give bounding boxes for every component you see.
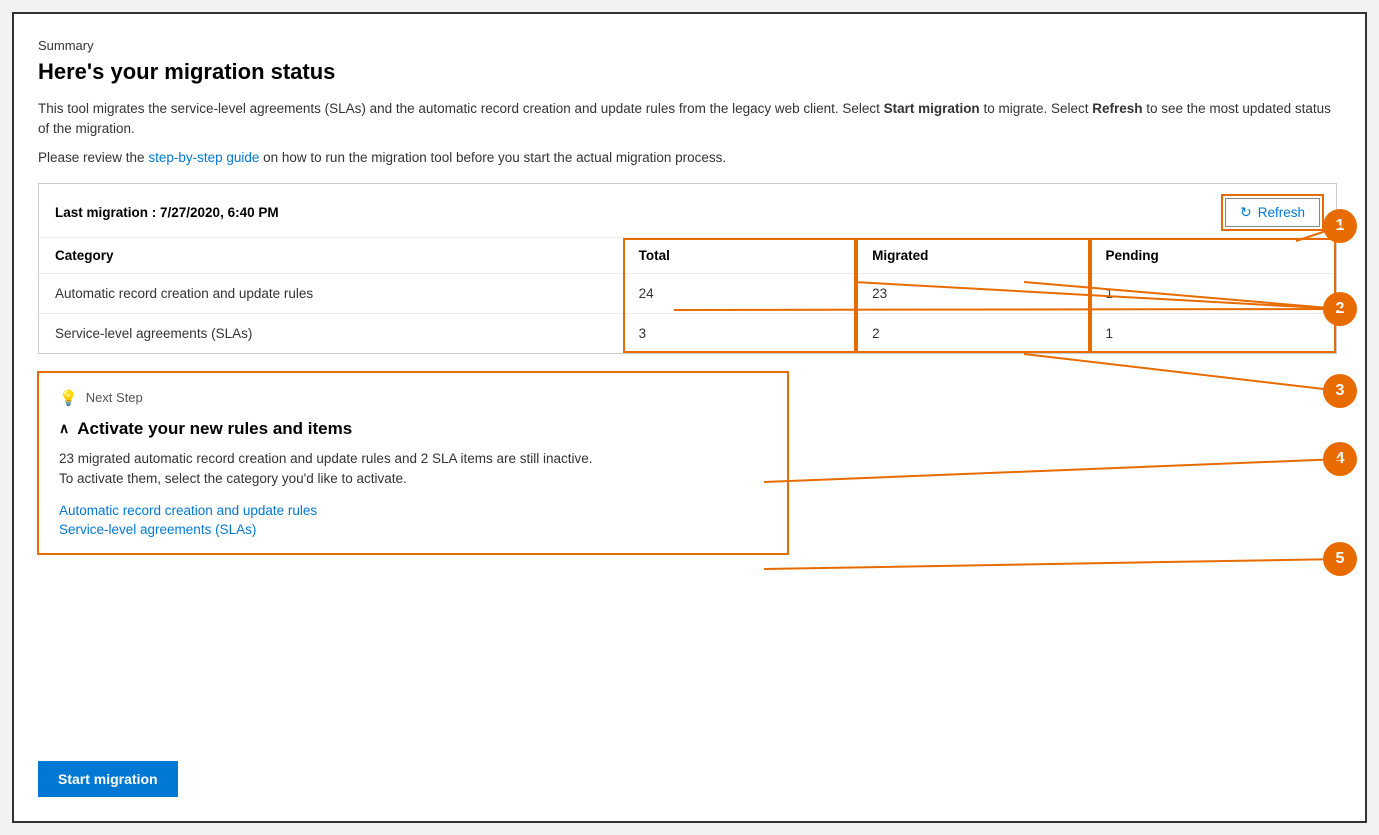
next-step-box: 💡 Next Step ∧ Activate your new rules an…: [38, 372, 788, 555]
migrated-1: 23: [856, 273, 1089, 313]
link-arc-rules[interactable]: Automatic record creation and update rul…: [59, 503, 767, 518]
category-1: Automatic record creation and update rul…: [39, 273, 623, 313]
summary-label: Summary: [38, 38, 1337, 53]
total-2: 3: [623, 313, 856, 353]
total-1: 24: [623, 273, 856, 313]
chevron-up-icon: ∧: [59, 420, 69, 437]
category-2: Service-level agreements (SLAs): [39, 313, 623, 353]
lightbulb-icon: 💡: [59, 389, 78, 407]
col-pending: Pending: [1090, 238, 1336, 274]
col-category: Category: [39, 238, 623, 274]
migrated-2: 2: [856, 313, 1089, 353]
page-title: Here's your migration status: [38, 59, 1337, 85]
table-row: Service-level agreements (SLAs) 3 2 1: [39, 313, 1336, 353]
status-box: Last migration : 7/27/2020, 6:40 PM ↻ Re…: [38, 183, 1337, 354]
status-header: Last migration : 7/27/2020, 6:40 PM ↻ Re…: [39, 184, 1336, 238]
step-by-step-link[interactable]: step-by-step guide: [148, 150, 259, 165]
annotation-circle-4: 4: [1323, 442, 1357, 476]
annotation-circle-3: 3: [1323, 374, 1357, 408]
table-row: Automatic record creation and update rul…: [39, 273, 1336, 313]
description: This tool migrates the service-level agr…: [38, 99, 1337, 140]
guide-line: Please review the step-by-step guide on …: [38, 150, 1337, 165]
main-container: Summary Here's your migration status Thi…: [12, 12, 1367, 823]
col-total: Total: [623, 238, 856, 274]
next-step-title: ∧ Activate your new rules and items: [59, 419, 767, 439]
pending-1: 1: [1090, 273, 1336, 313]
start-migration-button[interactable]: Start migration: [38, 761, 178, 797]
link-sla[interactable]: Service-level agreements (SLAs): [59, 522, 767, 537]
last-migration-text: Last migration : 7/27/2020, 6:40 PM: [55, 205, 279, 220]
refresh-icon: ↻: [1240, 204, 1252, 221]
next-step-links: Automatic record creation and update rul…: [59, 503, 767, 537]
refresh-button[interactable]: ↻ Refresh: [1225, 198, 1320, 227]
annotation-circle-5: 5: [1323, 542, 1357, 576]
pending-2: 1: [1090, 313, 1336, 353]
next-step-desc: 23 migrated automatic record creation an…: [59, 449, 767, 490]
migration-table: Category Total Migrated Pending: [39, 238, 1336, 353]
col-migrated: Migrated: [856, 238, 1089, 274]
next-step-header: 💡 Next Step: [59, 389, 767, 407]
